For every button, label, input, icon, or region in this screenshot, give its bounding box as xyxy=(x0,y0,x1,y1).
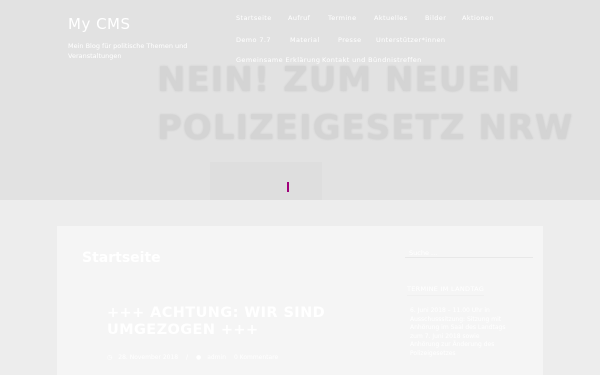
separator: / xyxy=(186,354,189,361)
nav-item-aufruf[interactable]: Aufruf xyxy=(288,14,310,22)
widget-list-item[interactable]: Polizeigesetzes xyxy=(410,350,530,359)
hero-photo-strip xyxy=(210,162,322,200)
nav-item-kontakt[interactable]: Kontakt und Bündnistreffen xyxy=(322,56,422,64)
widget-title-termine: TERMINE IM LANDTAG xyxy=(407,285,485,296)
nav-item-unterstuetzer[interactable]: Unterstützer*innen xyxy=(376,36,445,44)
post-meta: ◷ 28. November 2018 / ● admin 0 Kommentare xyxy=(107,354,284,361)
widget-termine-list: 6. Juni 2018 – 11.00 Uhr in Ausschusssit… xyxy=(410,307,530,358)
nav-item-bilder[interactable]: Bilder xyxy=(425,14,446,22)
widget-list-item[interactable]: Anhörung zur Änderung des xyxy=(410,341,530,350)
nav-item-startseite[interactable]: Startseite xyxy=(236,14,272,22)
post-title-link[interactable]: +++ ACHTUNG: WIR SIND UMGEZOGEN +++ xyxy=(107,305,357,339)
widget-list-item[interactable]: Anhörung im Saal des Landtags xyxy=(410,324,530,333)
search-input[interactable] xyxy=(405,244,533,262)
sidebar-search xyxy=(405,240,533,262)
site-title[interactable]: My CMS xyxy=(68,15,131,33)
nav-item-termine[interactable]: Termine xyxy=(328,14,356,22)
nav-item-presse[interactable]: Presse xyxy=(338,36,362,44)
text-cursor-icon xyxy=(287,182,289,192)
nav-item-aktuelles[interactable]: Aktuelles xyxy=(374,14,407,22)
site-description: Mein Blog für politische Themen und Vera… xyxy=(68,42,188,60)
widget-list-item[interactable]: 6. Juni 2018 – 11.00 Uhr in xyxy=(410,307,530,316)
page-title: Startseite xyxy=(82,250,161,266)
protest-banner-image: NEIN! ZUM NEUEN POLIZEIGESETZ NRW xyxy=(157,56,574,160)
nav-item-aktionen[interactable]: Aktionen xyxy=(462,14,494,22)
widget-list-item[interactable]: Ausschusssitzung: Sitzung mit xyxy=(410,316,530,325)
widget-list-item[interactable]: zum 7. Juni 2018 sowie xyxy=(410,333,530,342)
banner-line-2: POLIZEIGESETZ NRW xyxy=(157,108,574,148)
calendar-icon: ◷ xyxy=(107,354,113,361)
nav-item-demo[interactable]: Demo 7.7 xyxy=(236,36,271,44)
post-comments[interactable]: 0 Kommentare xyxy=(234,354,278,361)
post-date[interactable]: 28. November 2018 xyxy=(118,354,178,361)
nav-item-erklaerung[interactable]: Gemeinsame Erklärung xyxy=(236,56,320,64)
user-icon: ● xyxy=(195,354,202,361)
post-author[interactable]: admin xyxy=(207,354,226,361)
nav-item-material[interactable]: Material xyxy=(290,36,320,44)
